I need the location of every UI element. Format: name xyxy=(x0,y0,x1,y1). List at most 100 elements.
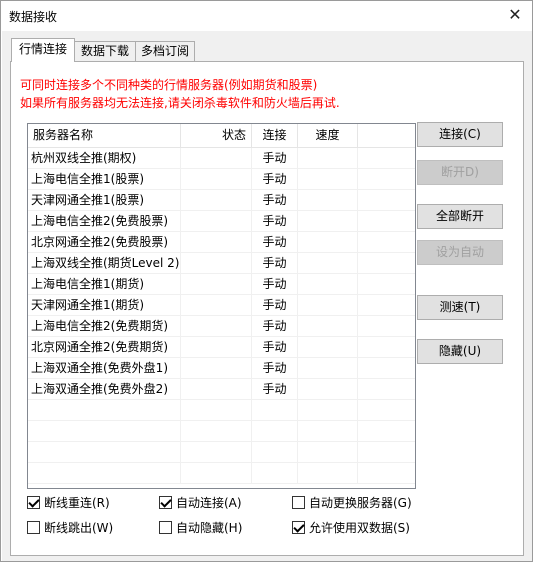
jump-out-label: 断线跳出(W) xyxy=(44,521,114,535)
table-row[interactable]: 杭州双线全推(期权) 手动 xyxy=(28,148,415,169)
table-row[interactable]: 天津网通全推1(股票) 手动 xyxy=(28,190,415,211)
auto-connect-check-icon[interactable] xyxy=(159,496,172,509)
dual-data-check-icon[interactable] xyxy=(292,521,305,534)
cell-status xyxy=(181,232,252,253)
auto-connect-checkbox[interactable]: 自动连接(A) xyxy=(159,496,242,512)
list-body: 杭州双线全推(期权) 手动 上海电信全推1(股票) 手动 天津网通全推1(股票) 手动 上海… xyxy=(28,148,415,484)
list-header: 服务器名称 状态 连接 速度 xyxy=(28,124,415,148)
cell-connect: 手动 xyxy=(252,379,298,400)
disconnect-button[interactable]: 断开D) xyxy=(417,160,503,185)
cell-name: 上海电信全推2(免费期货) xyxy=(28,316,181,337)
cell-connect xyxy=(252,400,298,421)
cell-name xyxy=(28,400,181,421)
cell-speed xyxy=(298,169,358,190)
cell-status xyxy=(181,253,252,274)
cell-name xyxy=(28,421,181,442)
empty-row xyxy=(28,463,415,484)
cell-connect: 手动 xyxy=(252,316,298,337)
table-row[interactable]: 上海双通全推(免费外盘2) 手动 xyxy=(28,379,415,400)
cell-connect: 手动 xyxy=(252,274,298,295)
cell-status xyxy=(181,274,252,295)
cell-speed xyxy=(298,442,358,463)
cell-name: 北京网通全推2(免费股票) xyxy=(28,232,181,253)
column-header-status[interactable]: 状态 xyxy=(181,124,252,148)
tab-panel: 可同时连接多个不同种类的行情服务器(例如期货和股票) 如果所有服务器均无法连接,… xyxy=(10,61,524,556)
auto-switch-server-checkbox[interactable]: 自动更换服务器(G) xyxy=(292,496,412,512)
table-row[interactable]: 上海电信全推1(期货) 手动 xyxy=(28,274,415,295)
cell-status xyxy=(181,463,252,484)
server-list[interactable]: 服务器名称 状态 连接 速度 杭州双线全推(期权) 手动 上海电信全推1(股票) 手动… xyxy=(27,123,416,489)
cell-name: 上海电信全推1(期货) xyxy=(28,274,181,295)
cell-connect xyxy=(252,463,298,484)
cell-connect xyxy=(252,421,298,442)
cell-speed xyxy=(298,232,358,253)
cell-status xyxy=(181,169,252,190)
reconnect-label: 断线重连(R) xyxy=(44,496,110,510)
auto-switch-check-icon[interactable] xyxy=(292,496,305,509)
table-row[interactable]: 上海双线全推(期货Level 2) 手动 xyxy=(28,253,415,274)
table-row[interactable]: 上海电信全推1(股票) 手动 xyxy=(28,169,415,190)
set-auto-button[interactable]: 设为自动 xyxy=(417,240,503,265)
speed-test-button[interactable]: 测速(T) xyxy=(417,295,503,320)
column-header-speed[interactable]: 速度 xyxy=(298,124,358,148)
cell-status xyxy=(181,421,252,442)
cell-speed xyxy=(298,316,358,337)
reconnect-check-icon[interactable] xyxy=(27,496,40,509)
tab-data-download[interactable]: 数据下载 xyxy=(74,41,136,61)
cell-speed xyxy=(298,400,358,421)
tab-multi-level-subscribe[interactable]: 多档订阅 xyxy=(135,41,195,61)
cell-speed xyxy=(298,421,358,442)
close-icon[interactable]: ✕ xyxy=(502,4,528,26)
cell-connect: 手动 xyxy=(252,148,298,169)
cell-connect: 手动 xyxy=(252,253,298,274)
dual-data-label: 允许使用双数据(S) xyxy=(309,521,410,535)
cell-connect xyxy=(252,442,298,463)
auto-hide-check-icon[interactable] xyxy=(159,521,172,534)
cell-name: 上海双通全推(免费外盘1) xyxy=(28,358,181,379)
notice-line-1: 可同时连接多个不同种类的行情服务器(例如期货和股票) xyxy=(20,78,318,92)
disconnect-all-button[interactable]: 全部断开 xyxy=(417,204,503,229)
tab-market-connection[interactable]: 行情连接 xyxy=(11,38,75,62)
jump-out-checkbox[interactable]: 断线跳出(W) xyxy=(27,521,113,537)
table-row[interactable]: 天津网通全推1(期货) 手动 xyxy=(28,295,415,316)
empty-row xyxy=(28,421,415,442)
auto-connect-label: 自动连接(A) xyxy=(176,496,242,510)
dual-data-checkbox[interactable]: 允许使用双数据(S) xyxy=(292,521,410,537)
cell-speed xyxy=(298,190,358,211)
title-bar: 数据接收 ✕ xyxy=(1,1,532,31)
data-receive-dialog: 数据接收 ✕ 行情连接 数据下载 多档订阅 可同时连接多个不同种类的行情服务器(… xyxy=(0,0,533,562)
table-row[interactable]: 北京网通全推2(免费股票) 手动 xyxy=(28,232,415,253)
cell-name: 天津网通全推1(股票) xyxy=(28,190,181,211)
notice-line-2: 如果所有服务器均无法连接,请关闭杀毒软件和防火墙后再试. xyxy=(20,96,340,110)
auto-hide-checkbox[interactable]: 自动隐藏(H) xyxy=(159,521,242,537)
cell-name: 上海双线全推(期货Level 2) xyxy=(28,253,181,274)
dialog-client-area: 行情连接 数据下载 多档订阅 可同时连接多个不同种类的行情服务器(例如期货和股票… xyxy=(2,31,532,561)
connect-button[interactable]: 连接(C) xyxy=(417,122,503,147)
jump-out-check-icon[interactable] xyxy=(27,521,40,534)
cell-connect: 手动 xyxy=(252,190,298,211)
cell-status xyxy=(181,148,252,169)
column-header-name[interactable]: 服务器名称 xyxy=(28,124,181,148)
column-header-connect[interactable]: 连接 xyxy=(252,124,298,148)
reconnect-checkbox[interactable]: 断线重连(R) xyxy=(27,496,110,512)
cell-speed xyxy=(298,148,358,169)
cell-connect: 手动 xyxy=(252,211,298,232)
cell-name xyxy=(28,463,181,484)
empty-row xyxy=(28,442,415,463)
cell-status xyxy=(181,295,252,316)
cell-connect: 手动 xyxy=(252,169,298,190)
table-row[interactable]: 上海电信全推2(免费股票) 手动 xyxy=(28,211,415,232)
cell-connect: 手动 xyxy=(252,358,298,379)
cell-status xyxy=(181,337,252,358)
auto-switch-label: 自动更换服务器(G) xyxy=(309,496,412,510)
table-row[interactable]: 北京网通全推2(免费期货) 手动 xyxy=(28,337,415,358)
table-row[interactable]: 上海双通全推(免费外盘1) 手动 xyxy=(28,358,415,379)
table-row[interactable]: 上海电信全推2(免费期货) 手动 xyxy=(28,316,415,337)
cell-name: 上海电信全推1(股票) xyxy=(28,169,181,190)
cell-status xyxy=(181,442,252,463)
hide-button[interactable]: 隐藏(U) xyxy=(417,339,503,364)
cell-name xyxy=(28,442,181,463)
cell-name: 上海双通全推(免费外盘2) xyxy=(28,379,181,400)
cell-speed xyxy=(298,274,358,295)
cell-name: 上海电信全推2(免费股票) xyxy=(28,211,181,232)
